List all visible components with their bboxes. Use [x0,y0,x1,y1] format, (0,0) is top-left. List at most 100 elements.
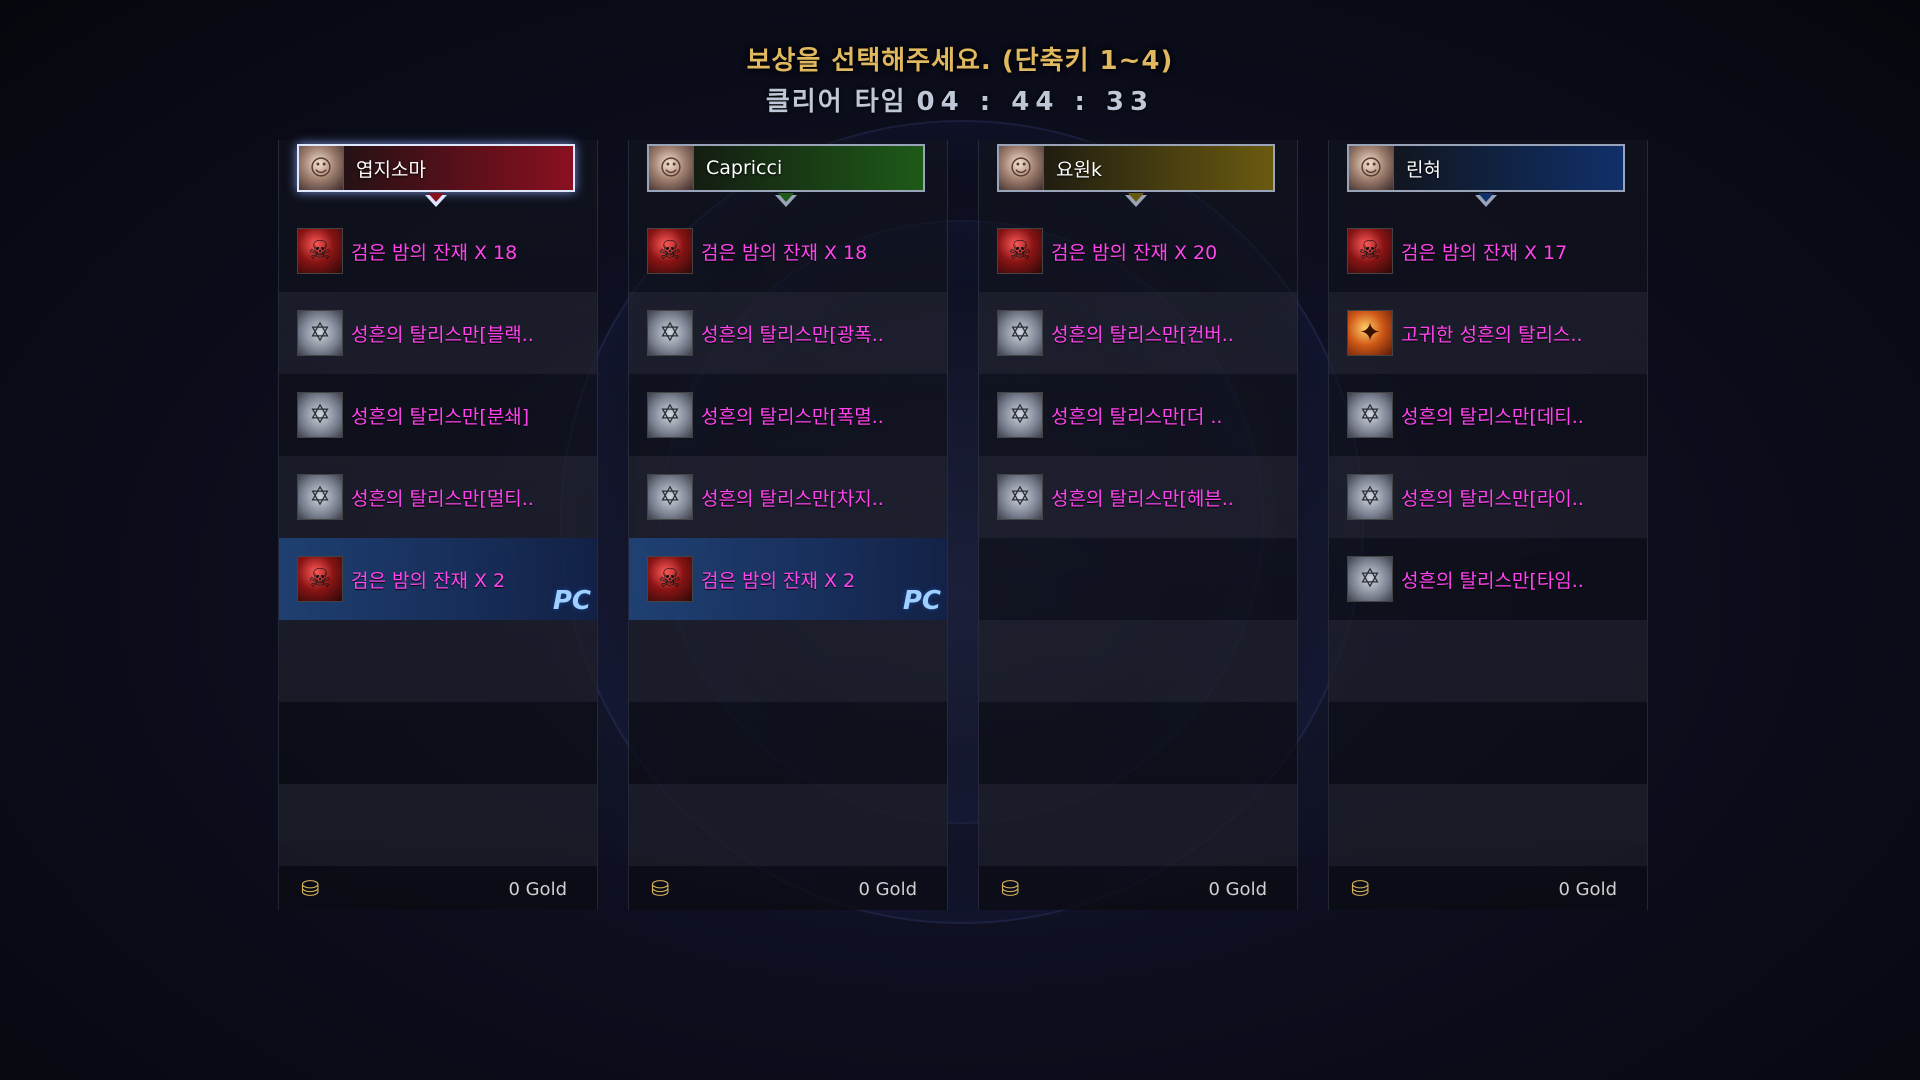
talisman-icon: ✡ [647,310,693,356]
clear-time-value: 04 : 44 : 33 [916,87,1155,117]
player-reward-column[interactable]: ☺ 린혀 ☠ 검은 밤의 잔재 X 17 ✦ 고귀한 성흔의 탈리스.. ✡ 성흔의 탈리스만… [1328,140,1648,910]
gold-row: ⛁ 0 Gold [629,868,947,910]
reward-slot[interactable]: ✡ 성흔의 탈리스만[차지.. [629,456,947,538]
reward-slot[interactable]: ☠ 검은 밤의 잔재 X 18 [279,210,597,292]
empty-reward-slot [979,620,1297,702]
empty-reward-slot [629,784,947,866]
player-portrait-icon: ☺ [649,146,694,190]
reward-slot[interactable]: ✦ 고귀한 성흔의 탈리스.. [1329,292,1647,374]
banner-pointer-icon [425,193,447,207]
gold-amount: 0 Gold [858,878,917,900]
clear-time-label: 클리어 타임 [765,87,907,117]
reward-label: 성흔의 탈리스만[데티.. [1401,405,1584,428]
reward-slot[interactable]: ✡ 성흔의 탈리스만[타임.. [1329,538,1647,620]
reward-slot[interactable]: ✡ 성흔의 탈리스만[더 .. [979,374,1297,456]
empty-reward-slot [1329,702,1647,784]
player-portrait-icon: ☺ [1349,146,1394,190]
reward-slot[interactable]: ✡ 성흔의 탈리스만[폭멸.. [629,374,947,456]
gold-amount: 0 Gold [1208,878,1267,900]
reward-slot[interactable]: ☠ 검은 밤의 잔재 X 2 PC [629,538,947,620]
empty-reward-slot [279,702,597,784]
talisman-icon: ✡ [647,392,693,438]
reward-slot[interactable]: ✡ 성흔의 탈리스만[컨버.. [979,292,1297,374]
reward-label: 검은 밤의 잔재 X 18 [701,241,868,264]
gold-coins-icon: ⛁ [651,876,670,902]
clear-time: 클리어 타임 04 : 44 : 33 [0,81,1920,118]
reward-label: 성흔의 탈리스만[분쇄] [351,405,530,428]
reward-label: 검은 밤의 잔재 X 18 [351,241,518,264]
reward-label: 성흔의 탈리스만[광폭.. [701,323,884,346]
banner-pointer-icon [1475,193,1497,207]
talisman-icon: ✡ [297,474,343,520]
reward-slot[interactable]: ☠ 검은 밤의 잔재 X 18 [629,210,947,292]
gold-row: ⛁ 0 Gold [1329,868,1647,910]
empty-reward-slot [1329,620,1647,702]
reward-label: 성흔의 탈리스만[타임.. [1401,569,1584,592]
gold-coins-icon: ⛁ [1001,876,1020,902]
reward-label: 검은 밤의 잔재 X 2 [351,569,506,592]
empty-reward-slot [279,784,597,866]
player-name-banner[interactable]: ☺ 린혀 [1347,144,1625,207]
reward-label: 성흔의 탈리스만[라이.. [1401,487,1584,510]
reward-header: 보상을 선택해주세요. (단축키 1~4) 클리어 타임 04 : 44 : 33 [0,40,1920,118]
shard-icon: ☠ [997,228,1043,274]
shard-icon: ☠ [647,556,693,602]
player-reward-column[interactable]: ☺ Capricci ☠ 검은 밤의 잔재 X 18 ✡ 성흔의 탈리스만[광폭.. ✡ 성흔… [628,140,948,910]
reward-slot[interactable]: ☠ 검은 밤의 잔재 X 2 PC [279,538,597,620]
reward-slot[interactable]: ✡ 성흔의 탈리스만[라이.. [1329,456,1647,538]
reward-label: 검은 밤의 잔재 X 17 [1401,241,1568,264]
reward-label: 검은 밤의 잔재 X 2 [701,569,856,592]
empty-reward-slot [979,702,1297,784]
talisman-icon: ✡ [297,310,343,356]
shard-icon: ☠ [297,228,343,274]
reward-label: 성흔의 탈리스만[폭멸.. [701,405,884,428]
player-reward-column[interactable]: ☺ 요원k ☠ 검은 밤의 잔재 X 20 ✡ 성흔의 탈리스만[컨버.. ✡ 성흔의 탈리스… [978,140,1298,910]
gold-coins-icon: ⛁ [301,876,320,902]
gold-coins-icon: ⛁ [1351,876,1370,902]
talisman-icon: ✡ [997,474,1043,520]
reward-slot[interactable]: ☠ 검은 밤의 잔재 X 20 [979,210,1297,292]
player-name: 린혀 [1406,158,1441,181]
shard-icon: ☠ [647,228,693,274]
talisman-icon: ✡ [997,392,1043,438]
reward-slot[interactable]: ✡ 성흔의 탈리스만[분쇄] [279,374,597,456]
player-name: 엽지소마 [356,158,426,181]
gold-row: ⛁ 0 Gold [279,868,597,910]
empty-reward-slot [979,784,1297,866]
talisman-icon: ✡ [1347,556,1393,602]
reward-columns: ☺ 엽지소마 ☠ 검은 밤의 잔재 X 18 ✡ 성흔의 탈리스만[블랙.. ✡ 성흔의 탈리… [278,140,1648,910]
player-name-banner[interactable]: ☺ 엽지소마 [297,144,575,207]
gold-amount: 0 Gold [508,878,567,900]
empty-reward-slot [279,620,597,702]
talisman-icon: ✡ [997,310,1043,356]
player-name: Capricci [706,157,783,179]
talisman-icon: ✡ [297,392,343,438]
reward-label: 성흔의 탈리스만[더 .. [1051,405,1223,428]
player-reward-column[interactable]: ☺ 엽지소마 ☠ 검은 밤의 잔재 X 18 ✡ 성흔의 탈리스만[블랙.. ✡ 성흔의 탈리… [278,140,598,910]
shard-icon: ☠ [1347,228,1393,274]
reward-label: 성흔의 탈리스만[헤븐.. [1051,487,1234,510]
reward-slot[interactable]: ✡ 성흔의 탈리스만[블랙.. [279,292,597,374]
reward-slot[interactable]: ✡ 성흔의 탈리스만[멀티.. [279,456,597,538]
player-name-banner[interactable]: ☺ Capricci [647,144,925,207]
gold-row: ⛁ 0 Gold [979,868,1297,910]
pc-bonus-tag: PC [902,586,941,616]
player-name: 요원k [1056,158,1102,181]
banner-pointer-icon [775,193,797,207]
empty-reward-slot [629,702,947,784]
player-name-banner[interactable]: ☺ 요원k [997,144,1275,207]
reward-slot[interactable]: ☠ 검은 밤의 잔재 X 17 [1329,210,1647,292]
talisman-icon: ✡ [1347,474,1393,520]
reward-label: 성흔의 탈리스만[블랙.. [351,323,534,346]
pc-bonus-tag: PC [552,586,591,616]
reward-slot[interactable]: ✡ 성흔의 탈리스만[데티.. [1329,374,1647,456]
player-portrait-icon: ☺ [999,146,1044,190]
reward-slot[interactable]: ✡ 성흔의 탈리스만[헤븐.. [979,456,1297,538]
empty-reward-slot [979,538,1297,620]
reward-label: 성흔의 탈리스만[멀티.. [351,487,534,510]
empty-reward-slot [629,620,947,702]
empty-reward-slot [1329,784,1647,866]
noble-talisman-icon: ✦ [1347,310,1393,356]
reward-slot[interactable]: ✡ 성흔의 탈리스만[광폭.. [629,292,947,374]
reward-label: 성흔의 탈리스만[컨버.. [1051,323,1234,346]
